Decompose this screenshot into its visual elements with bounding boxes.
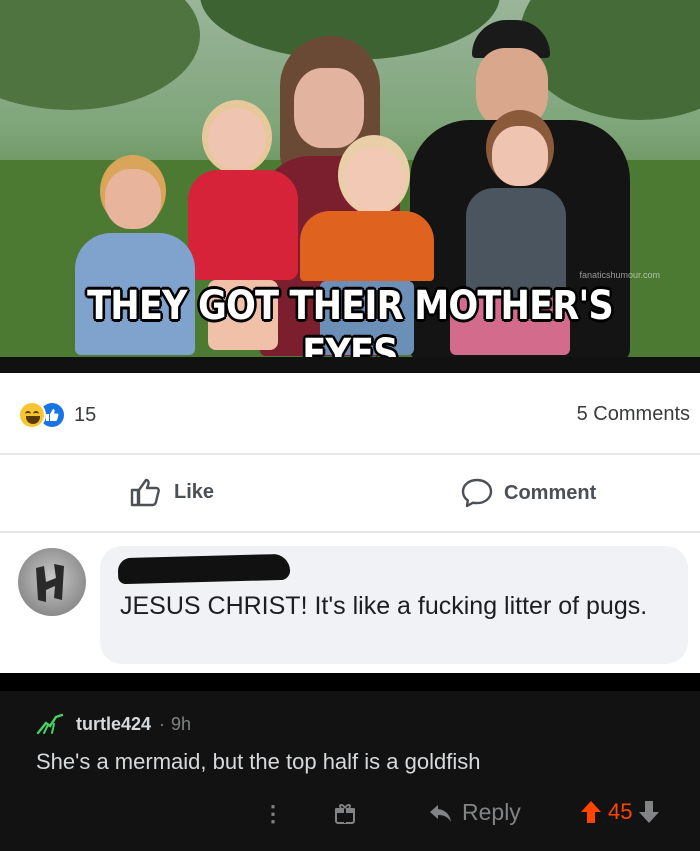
meme-image: fanaticshumour.com THEY GOT THEIR MOTHER… [0, 0, 700, 357]
meme-watermark: fanaticshumour.com [579, 270, 660, 280]
vote-score: 45 [608, 799, 633, 824]
reaction-count: 15 [74, 403, 97, 426]
reply-label: Reply [462, 799, 521, 825]
haha-icon [18, 401, 46, 429]
comment-button[interactable]: Comment [460, 477, 596, 509]
comment-actions: ⋮ Reply 45 [0, 797, 700, 833]
facebook-post: 15 5 Comments Like Comment JESUS CHRIST!… [0, 373, 700, 673]
tree-foliage [0, 0, 200, 110]
comments-count-link[interactable]: 5 Comments [577, 403, 690, 426]
like-label: Like [174, 480, 215, 503]
divider [0, 531, 700, 533]
divider [0, 453, 700, 455]
downvote-arrow-icon[interactable] [638, 800, 660, 824]
redacted-author-name [117, 553, 291, 585]
speech-bubble-icon [461, 478, 493, 508]
comment-age: 9h [171, 713, 192, 734]
commenter-avatar[interactable] [18, 548, 86, 616]
like-button[interactable]: Like [130, 477, 214, 507]
separator: · [159, 713, 166, 734]
comment-label: Comment [504, 481, 597, 504]
more-options-icon[interactable]: ⋮ [262, 801, 284, 827]
reactions-summary[interactable]: 15 [18, 401, 96, 429]
comment-bubble: JESUS CHRIST! It's like a fucking litter… [100, 546, 688, 664]
image-border [0, 357, 700, 373]
reply-button[interactable]: Reply [428, 799, 521, 826]
meme-caption: THEY GOT THEIR MOTHER'S EYES [87, 283, 614, 357]
upvote-arrow-icon[interactable] [580, 800, 602, 824]
divider-bar [0, 673, 700, 691]
reply-arrow-icon [430, 804, 451, 822]
username-link[interactable]: turtle424 [76, 714, 151, 735]
comment-text: JESUS CHRIST! It's like a fucking litter… [120, 592, 648, 620]
gift-award-icon[interactable] [334, 803, 356, 830]
thumbs-up-icon [130, 478, 160, 507]
comment-body: She's a mermaid, but the top half is a g… [36, 749, 481, 774]
user-avatar-icon[interactable] [36, 713, 64, 735]
reddit-comment: turtle424 · 9h She's a mermaid, but the … [0, 673, 700, 851]
comment-header: turtle424 · 9h [36, 713, 191, 735]
vote-controls: 45 [580, 799, 660, 825]
